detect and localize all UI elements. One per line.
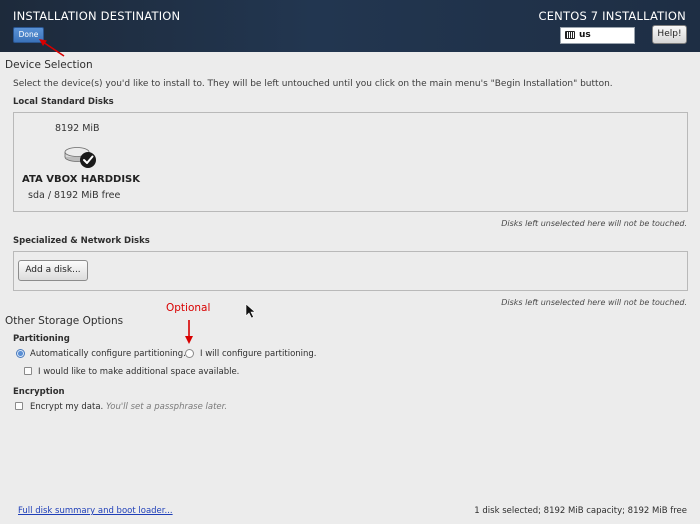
manual-partitioning-label[interactable]: I will configure partitioning.	[200, 349, 317, 359]
device-selection-description: Select the device(s) you'd like to insta…	[13, 79, 613, 89]
other-storage-heading: Other Storage Options	[5, 315, 124, 327]
encryption-heading: Encryption	[13, 387, 65, 397]
page-title: INSTALLATION DESTINATION	[13, 9, 181, 23]
keyboard-layout-label: us	[579, 30, 591, 40]
keyboard-icon	[565, 31, 575, 39]
local-disks-heading: Local Standard Disks	[13, 97, 114, 107]
encrypt-label[interactable]: Encrypt my data.	[30, 402, 103, 412]
product-title: CENTOS 7 INSTALLATION	[538, 9, 686, 23]
disk-name: ATA VBOX HARDDISK	[22, 174, 141, 185]
header-bar: INSTALLATION DESTINATION CENTOS 7 INSTAL…	[0, 0, 700, 52]
additional-space-checkbox[interactable]	[24, 367, 32, 375]
add-disk-button[interactable]: Add a disk...	[18, 260, 88, 281]
network-disks-heading: Specialized & Network Disks	[13, 236, 150, 246]
device-selection-heading: Device Selection	[5, 59, 93, 71]
encrypt-checkbox[interactable]	[15, 402, 23, 410]
optional-annotation: Optional	[166, 302, 211, 314]
auto-partitioning-label[interactable]: Automatically configure partitioning.	[30, 349, 186, 359]
help-button[interactable]: Help!	[652, 25, 687, 44]
disk-status-summary: 1 disk selected; 8192 MiB capacity; 8192…	[474, 506, 687, 516]
optional-arrow-annotation	[185, 320, 193, 344]
done-button[interactable]: Done	[13, 27, 44, 43]
mouse-cursor-icon	[245, 303, 256, 319]
network-disks-panel	[13, 251, 688, 291]
partitioning-heading: Partitioning	[13, 334, 70, 344]
harddisk-selected-icon	[64, 147, 96, 168]
full-disk-summary-link[interactable]: Full disk summary and boot loader...	[18, 506, 173, 516]
manual-partitioning-radio[interactable]	[185, 349, 194, 358]
encrypt-note: You'll set a passphrase later.	[106, 402, 228, 412]
disk-size: 8192 MiB	[55, 123, 100, 134]
additional-space-label[interactable]: I would like to make additional space av…	[38, 367, 239, 377]
network-disks-hint: Disks left unselected here will not be t…	[501, 298, 687, 307]
local-disks-hint: Disks left unselected here will not be t…	[501, 219, 687, 228]
keyboard-layout-indicator[interactable]: us	[560, 27, 635, 44]
auto-partitioning-radio[interactable]	[16, 349, 25, 358]
disk-info: sda / 8192 MiB free	[28, 190, 121, 201]
